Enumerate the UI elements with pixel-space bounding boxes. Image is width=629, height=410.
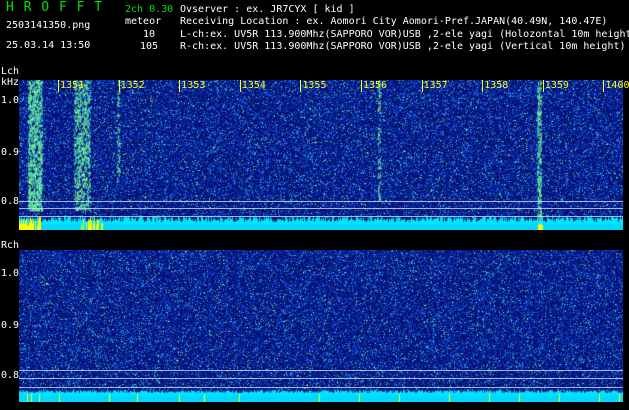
lch-scale-line	[19, 208, 623, 209]
rch-spectrogram-canvas	[19, 250, 623, 402]
meteor-label: meteor	[125, 16, 162, 27]
time-axis-tick	[239, 80, 241, 92]
time-axis-label: 1356	[363, 80, 388, 91]
time-axis-tick	[542, 80, 544, 92]
lch-freq-label-2: 0.9	[1, 147, 20, 158]
lch-scale-line	[19, 201, 623, 202]
lch-channel-label: Lch	[1, 66, 20, 77]
time-axis-tick	[179, 80, 181, 92]
time-axis-tick	[482, 80, 484, 92]
datetime-label: 25.03.14 13:50	[6, 40, 91, 51]
mode-label: 2ch 0.30	[125, 4, 174, 15]
time-axis-label: 1357	[423, 80, 448, 91]
lch-unit-label: kHz	[1, 77, 20, 88]
time-axis-label: 1354	[241, 80, 266, 91]
time-axis-tick	[603, 80, 605, 92]
lch-spectrogram	[19, 80, 623, 230]
rch-receiver-info: R-ch:ex. UV5R 113.900Mhz(SAPPORO VOR)USB…	[180, 41, 626, 52]
filename-label: 2503141350.png	[6, 20, 91, 31]
time-axis-label: 1351	[60, 80, 85, 91]
time-axis-tick	[421, 80, 423, 92]
meteor-count-lch: 10	[143, 29, 156, 40]
time-axis-tick	[300, 80, 302, 92]
location-info: Receiving Location : ex. Aomori City Aom…	[180, 16, 608, 27]
time-axis-label: 1400	[605, 80, 629, 91]
lch-freq-label-1: 1.0	[1, 95, 20, 106]
rch-scale-line	[19, 387, 623, 388]
time-axis-label: 1353	[181, 80, 206, 91]
time-axis-label: 1359	[544, 80, 569, 91]
meteor-count-rch: 105	[140, 41, 159, 52]
time-axis-tick	[361, 80, 362, 92]
rch-freq-label-3: 0.8	[1, 370, 20, 381]
rch-channel-label: Rch	[1, 240, 20, 251]
time-axis-label: 1355	[302, 80, 327, 91]
rch-scale-line	[19, 378, 623, 379]
rch-spectrogram	[19, 250, 623, 402]
app-title: H R O F F T	[6, 0, 104, 15]
time-axis-label: 1352	[120, 80, 145, 91]
lch-freq-label-3: 0.8	[1, 196, 20, 207]
rch-freq-label-1: 1.0	[1, 268, 20, 279]
observer-info: Ovserver : ex. JR7CYX [ kid ]	[180, 4, 355, 15]
time-axis-label: 1358	[484, 80, 509, 91]
time-axis-tick	[118, 80, 120, 92]
lch-receiver-info: L-ch:ex. UV5R 113.900Mhz(SAPPORO VOR)USB…	[180, 29, 629, 40]
rch-freq-label-2: 0.9	[1, 320, 20, 331]
lch-scale-line	[19, 216, 623, 217]
rch-scale-line	[19, 370, 623, 371]
time-axis-tick	[58, 80, 59, 92]
